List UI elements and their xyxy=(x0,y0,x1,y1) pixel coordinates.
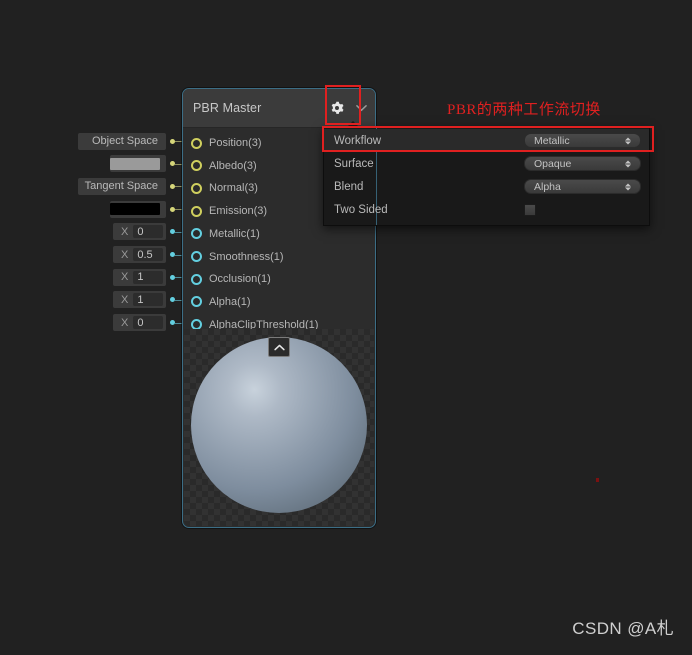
port-label: Alpha(1) xyxy=(209,295,251,308)
vector-axis-label: X xyxy=(121,225,129,238)
port-connector-dot[interactable] xyxy=(191,205,202,217)
settings-row-control: Opaque xyxy=(524,156,641,171)
vector-value-input[interactable]: 1 xyxy=(133,293,163,307)
updown-arrows-icon xyxy=(625,160,631,167)
space-dropdown-0[interactable]: Object Space xyxy=(78,132,166,150)
enum-select-surface[interactable]: Opaque xyxy=(524,156,641,171)
vector1-field-8[interactable]: X0 xyxy=(113,314,166,332)
port-connector-dot[interactable] xyxy=(191,160,202,172)
port-connector-dot[interactable] xyxy=(191,228,202,240)
port-row: Occlusion(1) xyxy=(183,268,375,291)
port-connector-dot[interactable] xyxy=(191,296,202,308)
enum-select-blend[interactable]: Alpha xyxy=(524,179,641,194)
space-dropdown-2[interactable]: Tangent Space xyxy=(78,177,166,195)
vector-axis-label: X xyxy=(121,293,129,306)
shader-graph-canvas[interactable]: Object Space Tangent Space X 0 X 0.5 X 1 X 1 X 0 PB… xyxy=(0,0,692,655)
color-swatch[interactable] xyxy=(110,157,160,170)
checkbox-two-sided[interactable] xyxy=(524,203,536,216)
settings-row-label: Surface xyxy=(334,157,374,170)
annotation-text: PBR的两种工作流切换 xyxy=(447,102,601,118)
settings-row-blend[interactable]: Blend Alpha xyxy=(324,175,649,198)
vector-value-input[interactable]: 0 xyxy=(133,225,163,239)
csdn-watermark: CSDN @A札 xyxy=(572,619,674,638)
settings-row-two-sided[interactable]: Two Sided xyxy=(324,198,649,221)
settings-row-workflow[interactable]: Workflow Metallic xyxy=(324,129,649,152)
vector1-field-7[interactable]: X1 xyxy=(113,291,166,309)
node-preview-area[interactable] xyxy=(184,329,374,526)
gear-icon[interactable] xyxy=(326,97,348,119)
settings-row-label: Blend xyxy=(334,180,364,193)
color-swatch-field-3[interactable] xyxy=(110,200,166,218)
color-swatch-field-1[interactable] xyxy=(110,155,166,173)
updown-arrows-icon xyxy=(625,137,631,144)
vector-value-input[interactable]: 0.5 xyxy=(133,248,163,261)
updown-arrows-icon xyxy=(625,183,631,190)
space-dropdown-value: Object Space xyxy=(91,135,158,147)
port-label: Position(3) xyxy=(209,137,262,149)
enum-selected-value: Metallic xyxy=(534,134,570,147)
page-title: PBR Master xyxy=(193,101,262,115)
settings-row-label: Workflow xyxy=(334,134,382,147)
vector-axis-label: X xyxy=(121,271,129,284)
port-connector-dot[interactable] xyxy=(191,137,202,149)
settings-row-control: Metallic xyxy=(524,133,641,148)
enum-selected-value: Alpha xyxy=(534,180,561,193)
space-dropdown-value: Tangent Space xyxy=(84,180,158,193)
port-row: Alpha(1) xyxy=(183,290,375,313)
port-label: Metallic(1) xyxy=(209,227,260,240)
preview-sphere xyxy=(191,337,367,513)
vector-value-input[interactable]: 0 xyxy=(133,316,163,330)
chevron-down-icon[interactable] xyxy=(352,97,370,119)
chevron-up-icon[interactable] xyxy=(268,337,290,357)
stray-mark xyxy=(596,478,599,482)
enum-selected-value: Opaque xyxy=(534,157,572,170)
vector1-field-6[interactable]: X1 xyxy=(113,268,166,286)
port-label: Normal(3) xyxy=(209,182,258,195)
port-connector-dot[interactable] xyxy=(191,182,202,194)
vector1-field-4[interactable]: X0 xyxy=(113,223,166,241)
port-row: Smoothness(1) xyxy=(183,245,375,268)
vector-axis-label: X xyxy=(121,316,129,329)
vector-axis-label: X xyxy=(121,248,129,261)
settings-row-surface[interactable]: Surface Opaque xyxy=(324,152,649,175)
settings-row-control: Alpha xyxy=(524,179,641,194)
vector-value-input[interactable]: 1 xyxy=(133,270,163,284)
enum-select-workflow[interactable]: Metallic xyxy=(524,133,641,148)
port-connector-dot[interactable] xyxy=(191,251,202,262)
port-label: Albedo(3) xyxy=(209,159,257,172)
vector1-field-5[interactable]: X 0.5 xyxy=(113,246,166,263)
node-settings-dropdown[interactable]: Workflow Metallic Surface Opaque Blend Alpha T… xyxy=(323,121,650,226)
port-label: Emission(3) xyxy=(209,205,268,218)
port-label: Smoothness(1) xyxy=(209,250,284,263)
color-swatch[interactable] xyxy=(110,203,160,216)
port-label: Occlusion(1) xyxy=(209,273,271,286)
settings-row-label: Two Sided xyxy=(334,203,388,216)
port-connector-dot[interactable] xyxy=(191,273,202,285)
settings-row-control xyxy=(524,203,641,216)
